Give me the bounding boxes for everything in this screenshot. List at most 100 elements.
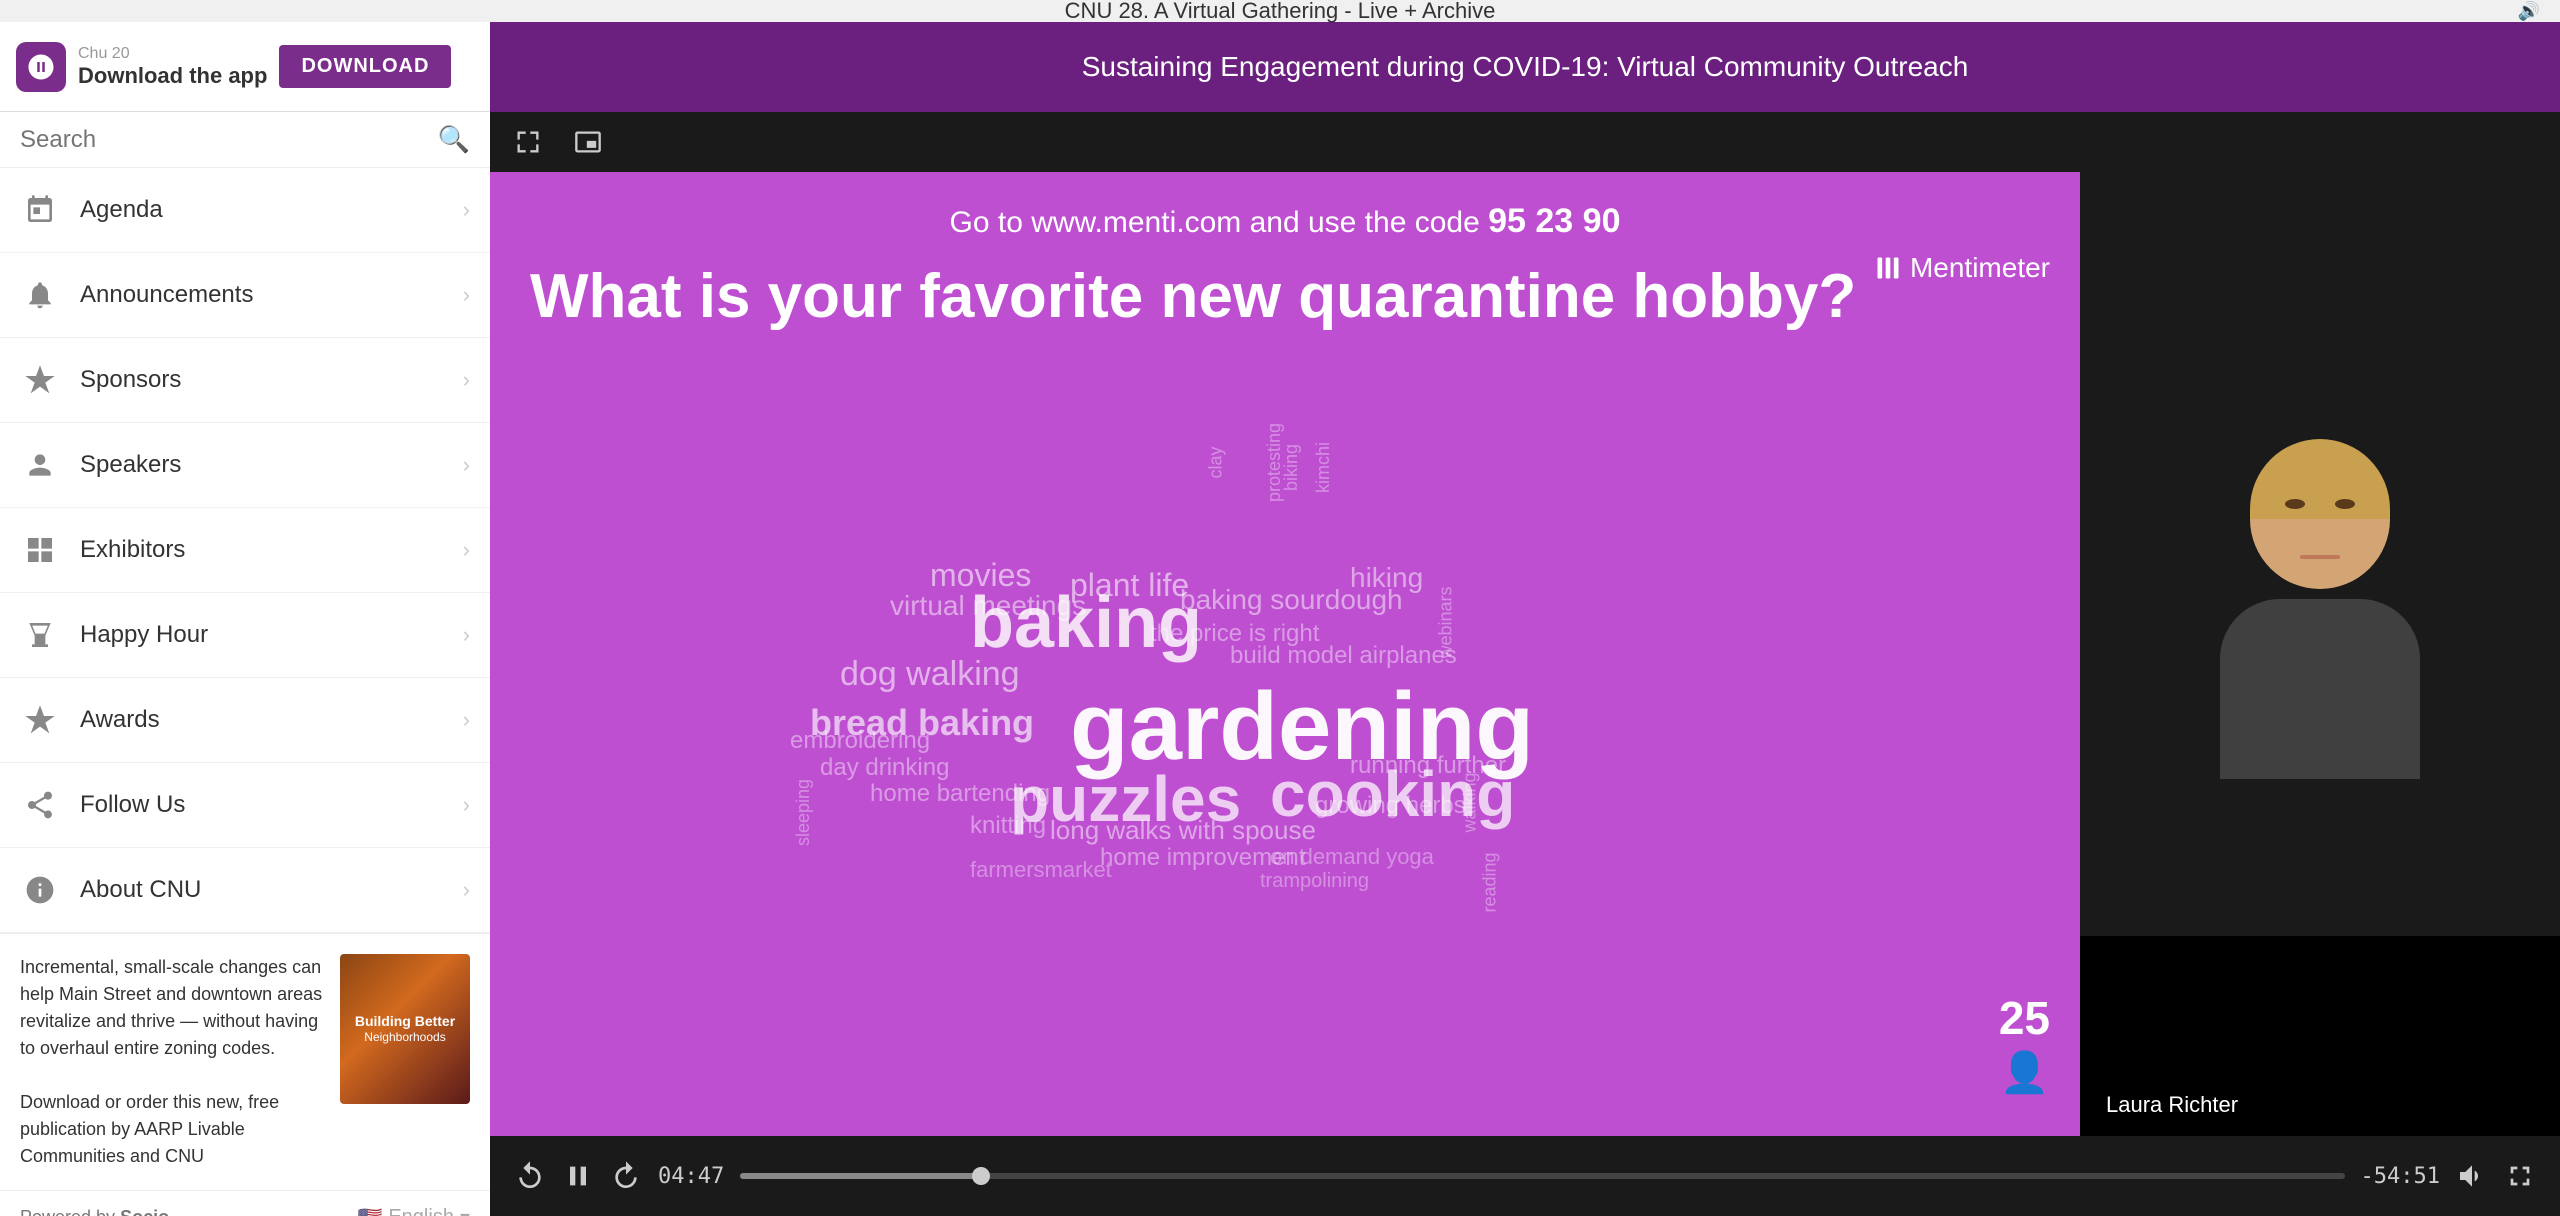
chevron-down-icon: ▾	[460, 1205, 470, 1216]
search-icon: 🔍	[438, 124, 470, 155]
word-walking: walking	[1460, 772, 1481, 832]
slide-content: Go to www.menti.com and use the code 95 …	[490, 172, 2080, 1136]
word-home-bartending: home bartending	[870, 780, 1050, 808]
sidebar-item-follow-us[interactable]: Follow Us ›	[0, 763, 490, 848]
agenda-arrow: ›	[463, 197, 470, 223]
follow-us-label: Follow Us	[80, 791, 443, 819]
speaker-head	[2250, 449, 2390, 589]
language-selector[interactable]: 🇺🇸 English ▾	[357, 1205, 470, 1216]
speaker-silhouette	[2170, 449, 2470, 799]
awards-arrow: ›	[463, 707, 470, 733]
window-title: CNU 28. A Virtual Gathering - Live + Arc…	[1065, 0, 1496, 24]
person-icon: 👤	[1999, 1049, 2050, 1096]
word-cloud: gardening baking puzzles cooking bread b…	[690, 372, 1980, 1076]
exhibitors-icon	[20, 530, 60, 570]
agenda-label: Agenda	[80, 196, 443, 224]
sidebar-item-agenda[interactable]: Agenda ›	[0, 168, 490, 253]
word-movies: movies	[930, 557, 1031, 594]
word-embroidering: embroidering	[790, 727, 930, 755]
window-title-bar: CNU 28. A Virtual Gathering - Live + Arc…	[0, 0, 2560, 22]
word-hiking: hiking	[1350, 562, 1423, 594]
word-virtual-meetings: virtual meetings	[890, 590, 1086, 622]
sponsors-icon	[20, 360, 60, 400]
word-kimchi: kimchi	[1313, 442, 1334, 493]
powered-by-bar: Powered by Socio 🇺🇸 English ▾	[0, 1190, 490, 1216]
powered-by-text: Powered by Socio	[20, 1207, 169, 1216]
exhibitors-arrow: ›	[463, 537, 470, 563]
speakers-icon	[20, 445, 60, 485]
word-reading: reading	[1480, 852, 1501, 912]
promo-text: Incremental, small-scale changes can hel…	[20, 954, 324, 1170]
participant-count: 25 👤	[1999, 991, 2050, 1096]
promo-image: Building Better Neighborhoods	[340, 954, 470, 1104]
app-icon	[16, 42, 66, 92]
word-farmersmarket: farmersmarket	[970, 857, 1112, 883]
picture-in-picture-icon[interactable]	[566, 120, 610, 164]
word-build-model: build model airplanes	[1230, 642, 1457, 670]
announcements-icon	[20, 275, 60, 315]
word-dog-walking: dog walking	[840, 655, 1020, 694]
about-label: About CNU	[80, 876, 443, 904]
sidebar-item-announcements[interactable]: Announcements ›	[0, 253, 490, 338]
about-arrow: ›	[463, 877, 470, 903]
fullscreen-button[interactable]	[2504, 1160, 2536, 1192]
presentation-area: Go to www.menti.com and use the code 95 …	[490, 112, 2080, 1136]
download-bar: Chu 20 Download the app DOWNLOAD	[0, 22, 490, 112]
search-input[interactable]	[20, 126, 428, 154]
speakers-label: Speakers	[80, 451, 443, 479]
sidebar-item-about[interactable]: About CNU ›	[0, 848, 490, 933]
word-on-demand-yoga: on demand yoga	[1270, 844, 1434, 870]
video-controls: 04:47 -54:51	[490, 1136, 2560, 1216]
time-remaining: -54:51	[2361, 1164, 2440, 1189]
word-plant-life: plant life	[1070, 567, 1189, 604]
menti-code-number: 95 23 90	[1488, 202, 1620, 240]
language-label: English	[388, 1206, 454, 1216]
word-biking: biking	[1281, 444, 1302, 491]
menti-code: Go to www.menti.com and use the code 95 …	[950, 202, 1621, 241]
sidebar-item-speakers[interactable]: Speakers ›	[0, 423, 490, 508]
happy-hour-icon	[20, 615, 60, 655]
announcements-arrow: ›	[463, 282, 470, 308]
slide-question: What is your favorite new quarantine hob…	[530, 261, 1856, 332]
about-icon	[20, 870, 60, 910]
flag-icon: 🇺🇸	[357, 1205, 382, 1216]
replay-button[interactable]	[514, 1160, 546, 1192]
happy-hour-arrow: ›	[463, 622, 470, 648]
time-elapsed: 04:47	[658, 1164, 724, 1189]
download-button[interactable]: DOWNLOAD	[279, 45, 451, 88]
word-webinars: webinars	[1436, 586, 1457, 658]
socio-brand: Socio	[120, 1207, 169, 1216]
app-name: Chu 20	[78, 45, 267, 63]
sidebar-item-happy-hour[interactable]: Happy Hour ›	[0, 593, 490, 678]
resize-icon[interactable]	[506, 120, 550, 164]
announcements-label: Announcements	[80, 281, 443, 309]
count-number: 25	[1999, 991, 2050, 1045]
progress-bar[interactable]	[740, 1173, 2344, 1179]
search-bar[interactable]: 🔍	[0, 112, 490, 168]
sidebar-item-awards[interactable]: Awards ›	[0, 678, 490, 763]
sponsors-label: Sponsors	[80, 366, 443, 394]
volume-button[interactable]	[2456, 1160, 2488, 1192]
mentimeter-brand: Mentimeter	[1910, 252, 2050, 284]
pause-button[interactable]	[562, 1160, 594, 1192]
sidebar: CNU28 CNU 28. A Virtual Gathering - Live…	[0, 112, 490, 1216]
progress-knob[interactable]	[972, 1167, 990, 1185]
exhibitors-label: Exhibitors	[80, 536, 443, 564]
session-title: Sustaining Engagement during COVID-19: V…	[1082, 51, 1969, 83]
follow-us-arrow: ›	[463, 792, 470, 818]
session-title-bar: Sustaining Engagement during COVID-19: V…	[490, 22, 2560, 112]
forward-button[interactable]	[610, 1160, 642, 1192]
speaker-name-tag: Laura Richter	[2090, 1084, 2254, 1126]
speakers-arrow: ›	[463, 452, 470, 478]
promo-banner: Incremental, small-scale changes can hel…	[0, 933, 490, 1190]
word-clay: clay	[1206, 446, 1227, 478]
window-controls: 🔊	[2518, 1, 2540, 22]
follow-us-icon	[20, 785, 60, 825]
word-day-drinking: day drinking	[820, 754, 949, 782]
sidebar-item-exhibitors[interactable]: Exhibitors ›	[0, 508, 490, 593]
sidebar-item-sponsors[interactable]: Sponsors ›	[0, 338, 490, 423]
sponsors-arrow: ›	[463, 367, 470, 393]
happy-hour-label: Happy Hour	[80, 621, 443, 649]
mentimeter-logo: Mentimeter	[1874, 252, 2050, 284]
video-toolbar	[490, 112, 2080, 172]
